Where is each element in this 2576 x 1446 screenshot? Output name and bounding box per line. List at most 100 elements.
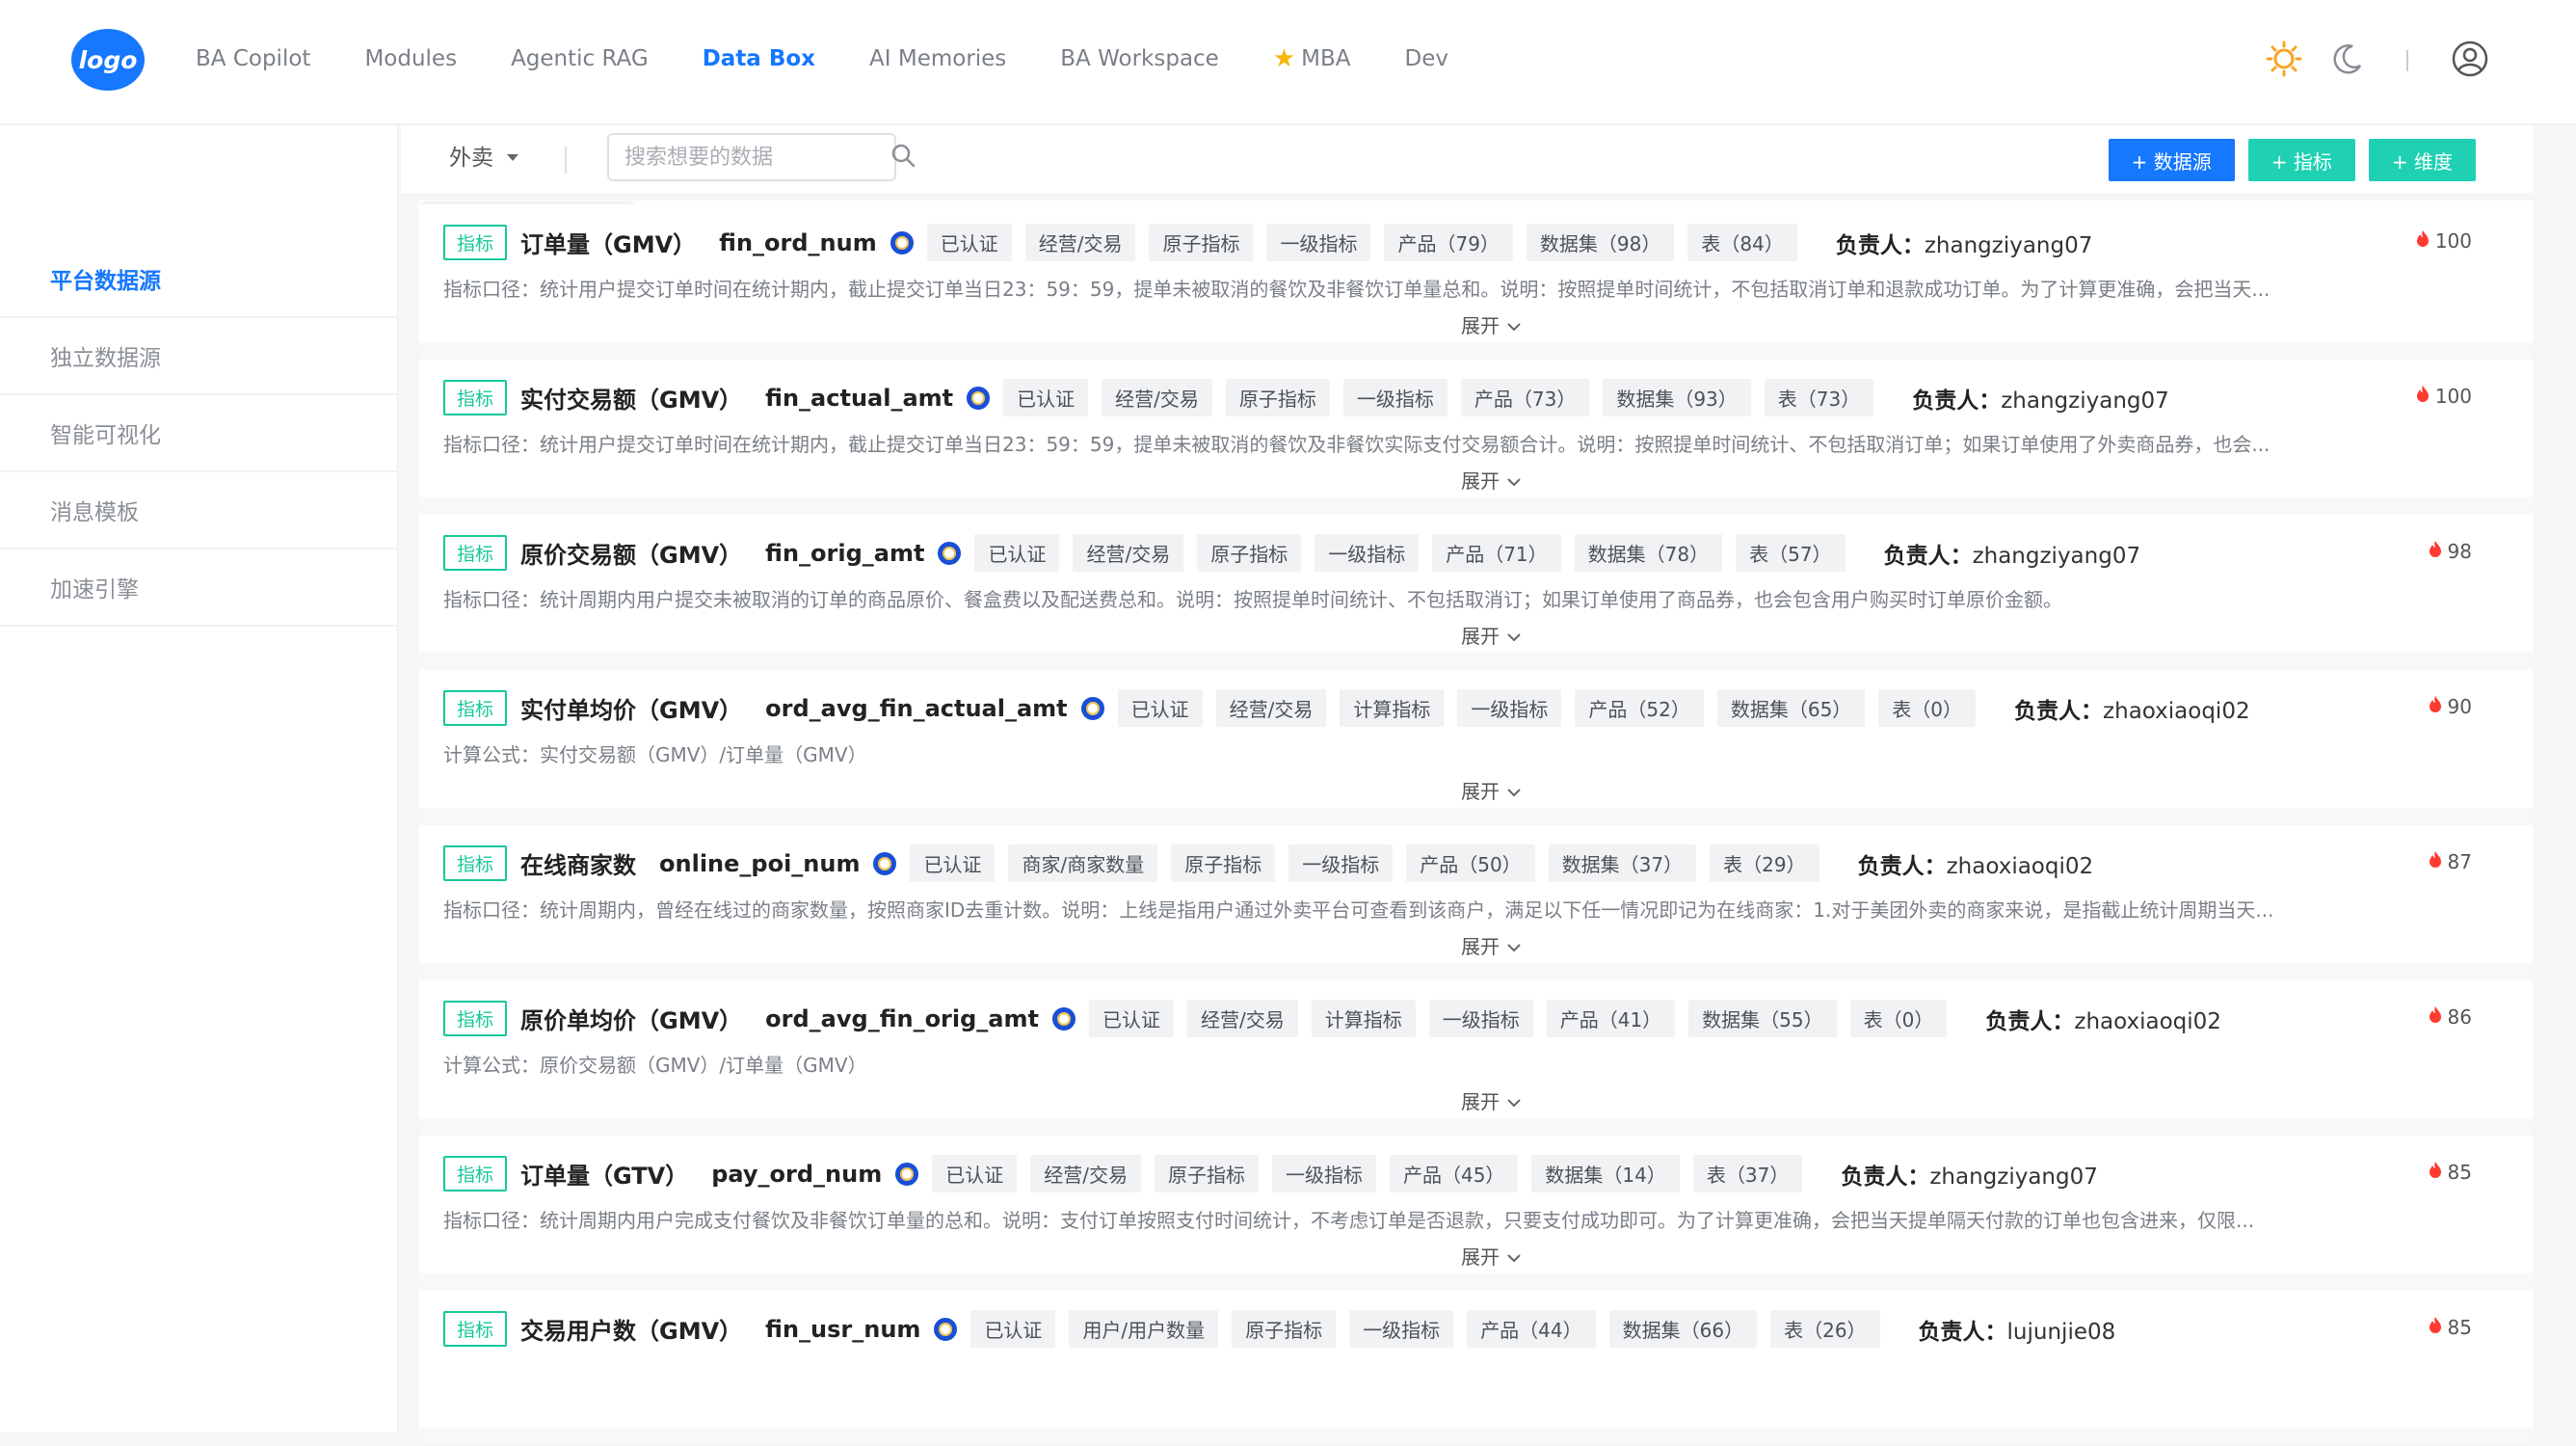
metric-tag[interactable]: 已认证 [1003,379,1089,416]
metric-tag[interactable]: 一级指标 [1288,844,1394,882]
metric-tag[interactable]: 数据集（14） [1531,1155,1680,1192]
metric-tag[interactable]: 已认证 [1117,689,1203,727]
metric-tag[interactable]: 计算指标 [1340,689,1445,727]
metric-tag[interactable]: 产品（73） [1460,379,1590,416]
metric-tag[interactable]: 原子指标 [1197,534,1302,572]
nav-item-ai-memories[interactable]: AI Memories [869,46,1006,71]
user-avatar-icon[interactable] [2451,40,2489,82]
nav-item-mba[interactable]: ★ MBA [1273,44,1351,73]
metric-tag[interactable]: 数据集（66） [1608,1310,1758,1348]
metric-tag[interactable]: 原子指标 [1171,844,1276,882]
metric-name[interactable]: 实付交易额（GMV） [520,381,742,415]
metric-tag[interactable]: 表（84） [1687,224,1797,261]
search-input[interactable] [623,144,890,171]
sidebar-item[interactable]: 独立数据源 [0,318,397,395]
metric-tag[interactable]: 产品（45） [1389,1155,1519,1192]
metric-tag[interactable]: 用户/用户数量 [1069,1310,1219,1348]
metric-tag[interactable]: 产品（50） [1406,844,1535,882]
metric-tag[interactable]: 经营/交易 [1030,1155,1141,1192]
metric-tag[interactable]: 数据集（65） [1716,689,1866,727]
moon-icon[interactable] [2331,42,2364,79]
nav-item-dev[interactable]: Dev [1405,46,1448,71]
metric-card[interactable]: 指标 交易用户数（GMV） fin_usr_num 已认证 用户/用户数量 原子指标 一级指… [418,1291,2534,1429]
expand-toggle[interactable]: 展开 [1461,931,1521,959]
sun-icon[interactable] [2266,40,2302,81]
expand-toggle[interactable]: 展开 [1461,621,1521,649]
nav-item-data-box[interactable]: Data Box [703,46,815,71]
metric-name[interactable]: 原价单均价（GMV） [520,1002,742,1035]
add-metric-button[interactable]: + 指标 [2247,139,2355,181]
metric-tag[interactable]: 表（29） [1710,844,1819,882]
metric-tag[interactable]: 表（0） [1878,689,1977,727]
expand-toggle[interactable]: 展开 [1461,776,1521,804]
metric-tag[interactable]: 数据集（98） [1526,224,1675,261]
metric-tag[interactable]: 原子指标 [1225,379,1330,416]
metric-tag[interactable]: 商家/商家数量 [1008,844,1158,882]
metric-card[interactable]: 指标 订单量（GTV） pay_ord_num 已认证 经营/交易 原子指标 一级指标 产品（… [418,1136,2534,1273]
metric-name[interactable]: 交易用户数（GMV） [520,1312,742,1346]
metric-tag[interactable]: 已认证 [970,1310,1056,1348]
metric-tag[interactable]: 表（57） [1736,534,1846,572]
expand-toggle[interactable]: 展开 [1461,310,1521,338]
metric-tag[interactable]: 数据集（93） [1603,379,1751,416]
metric-tag[interactable]: 原子指标 [1154,1155,1259,1192]
metric-tag[interactable]: 表（73） [1764,379,1874,416]
metric-tag[interactable]: 经营/交易 [1215,689,1327,727]
metric-name[interactable]: 订单量（GMV） [520,226,696,259]
metric-card[interactable]: 指标 实付单均价（GMV） ord_avg_fin_actual_amt 已认证 经营/… [418,670,2534,808]
metric-name[interactable]: 实付单均价（GMV） [520,691,742,725]
expand-toggle[interactable]: 展开 [1461,1086,1521,1114]
nav-item-ba-workspace[interactable]: BA Workspace [1060,46,1219,71]
metric-tag[interactable]: 表（26） [1770,1310,1880,1348]
metric-tag[interactable]: 已认证 [932,1155,1018,1192]
metric-name[interactable]: 在线商家数 [520,846,636,880]
metric-tag[interactable]: 经营/交易 [1073,534,1184,572]
metric-tag[interactable]: 经营/交易 [1102,379,1212,416]
add-datasource-button[interactable]: + 数据源 [2108,139,2235,181]
metric-card[interactable]: 指标 订单量（GMV） fin_ord_num 已认证 经营/交易 原子指标 一级指标 产品（… [418,204,2534,342]
metric-card[interactable]: 指标 在线商家数 online_poi_num 已认证 商家/商家数量 原子指标 一级指标产… [418,825,2534,963]
nav-item-agentic-rag[interactable]: Agentic RAG [511,46,649,71]
metric-tag[interactable]: 产品（44） [1467,1310,1596,1348]
sidebar-item[interactable]: 加速引擎 [0,549,397,627]
nav-item-ba-copilot[interactable]: BA Copilot [196,46,310,71]
metric-tag[interactable]: 一级指标 [1266,224,1371,261]
metric-tag[interactable]: 数据集（37） [1548,844,1697,882]
metric-tag[interactable]: 一级指标 [1457,689,1562,727]
category-dropdown[interactable]: 外卖 [449,139,518,172]
metric-card[interactable]: 指标 实付交易额（GMV） fin_actual_amt 已认证 经营/交易 原子指标 一级… [418,360,2534,497]
metric-tag[interactable]: 一级指标 [1315,534,1420,572]
metric-card[interactable]: 指标 原价单均价（GMV） ord_avg_fin_orig_amt 已认证 经营/交易… [418,980,2534,1118]
sidebar-item[interactable]: 消息模板 [0,472,397,549]
metric-tag[interactable]: 原子指标 [1149,224,1254,261]
metric-tag[interactable]: 已认证 [910,844,996,882]
metric-tag[interactable]: 经营/交易 [1024,224,1136,261]
metric-tag[interactable]: 产品（41） [1546,1000,1676,1037]
metric-tag[interactable]: 一级指标 [1349,1310,1454,1348]
metric-tag[interactable]: 经营/交易 [1186,1000,1298,1037]
add-dimension-button[interactable]: + 维度 [2368,139,2476,181]
sidebar-item[interactable]: 智能可视化 [0,395,397,472]
metric-tag[interactable]: 一级指标 [1428,1000,1533,1037]
sidebar-item[interactable]: 平台数据源 [0,241,397,318]
metric-tag[interactable]: 一级指标 [1342,379,1447,416]
metric-tag[interactable]: 已认证 [926,224,1012,261]
metric-tag[interactable]: 计算指标 [1311,1000,1416,1037]
metric-card[interactable]: 指标 原价交易额（GMV） fin_orig_amt 已认证 经营/交易 原子指标 一级指标… [418,515,2534,653]
metric-tag[interactable]: 产品（52） [1575,689,1704,727]
metric-tag[interactable]: 一级指标 [1271,1155,1376,1192]
metric-tag[interactable]: 原子指标 [1232,1310,1337,1348]
search-icon[interactable] [890,143,916,172]
metric-tag[interactable]: 产品（79） [1384,224,1513,261]
metric-tag[interactable]: 数据集（55） [1688,1000,1837,1037]
metric-name[interactable]: 原价交易额（GMV） [520,536,742,570]
nav-item-modules[interactable]: Modules [364,46,457,71]
metric-tag[interactable]: 数据集（78） [1574,534,1723,572]
expand-toggle[interactable]: 展开 [1461,1242,1521,1270]
metric-tag[interactable]: 已认证 [974,534,1060,572]
expand-toggle[interactable]: 展开 [1461,466,1521,494]
metric-tag[interactable]: 产品（71） [1432,534,1561,572]
metric-name[interactable]: 订单量（GTV） [520,1157,688,1191]
metric-tag[interactable]: 表（37） [1692,1155,1803,1192]
logo[interactable]: logo [71,29,145,91]
